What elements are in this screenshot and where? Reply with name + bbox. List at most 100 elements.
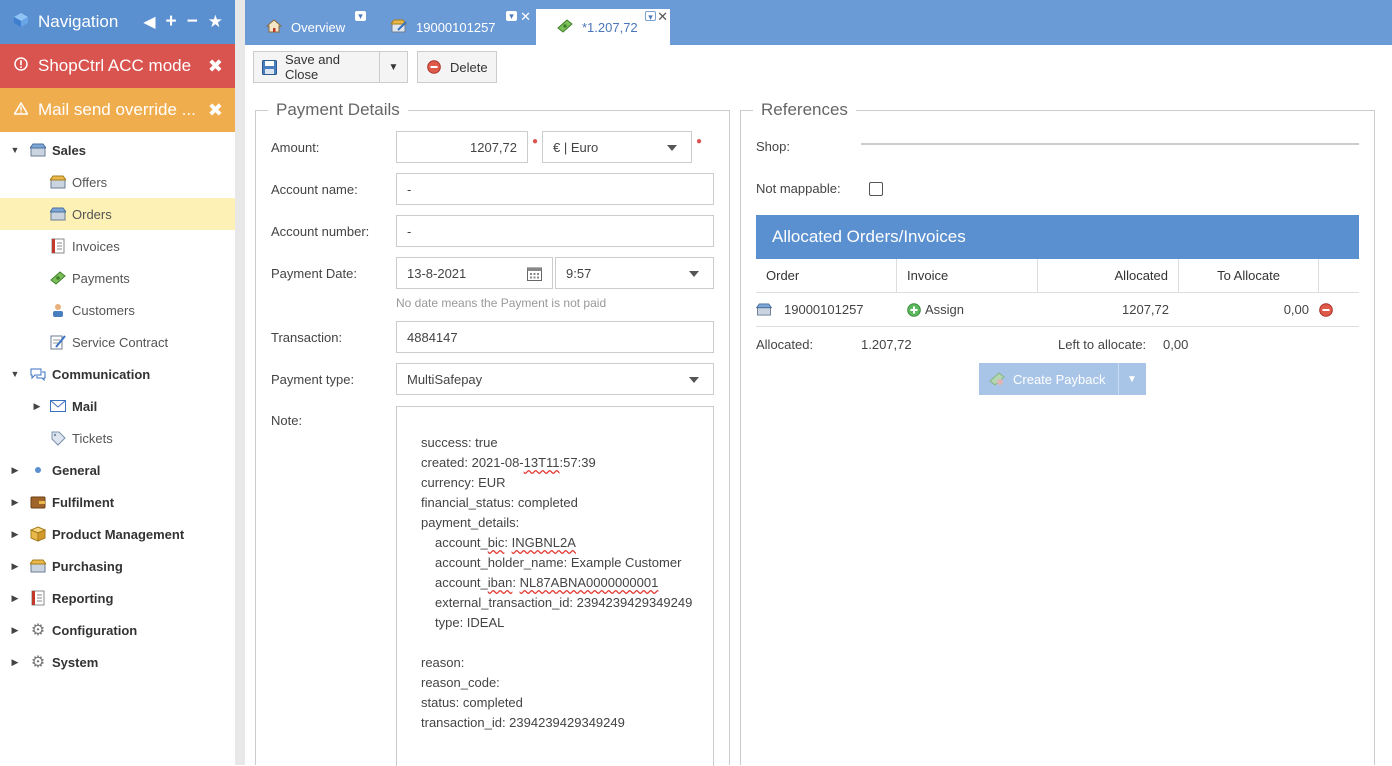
- collapse-left-icon[interactable]: ◀: [143, 12, 155, 32]
- collapsed-arrow-icon[interactable]: ▶: [10, 497, 20, 508]
- collapsed-arrow-icon[interactable]: ▶: [10, 657, 20, 668]
- nav-item-customers[interactable]: Customers: [0, 294, 235, 326]
- transaction-input[interactable]: 4884147: [396, 321, 714, 353]
- nav-item-label: Payments: [72, 270, 130, 286]
- chevron-down-icon[interactable]: [689, 271, 699, 277]
- customers-icon: [50, 302, 66, 318]
- acc-mode-banner: ShopCtrl ACC mode ✖: [0, 44, 235, 88]
- table-header: Order Invoice Allocated To Allocate: [756, 259, 1359, 293]
- tab-menu-icon[interactable]: ▾: [645, 11, 656, 22]
- close-mail-banner-icon[interactable]: ✖: [208, 100, 223, 121]
- expanded-arrow-icon[interactable]: ▼: [10, 369, 20, 379]
- account-name-row: Account name: -: [271, 173, 714, 205]
- nav-item-purchasing[interactable]: ▶ Purchasing: [0, 550, 235, 582]
- nav-item-tickets[interactable]: Tickets: [0, 422, 235, 454]
- column-header-to-allocate[interactable]: To Allocate: [1179, 259, 1319, 292]
- nav-item-reporting[interactable]: ▶ Reporting: [0, 582, 235, 614]
- save-and-close-button[interactable]: Save and Close: [254, 52, 379, 82]
- nav-item-communication[interactable]: ▼ Communication: [0, 358, 235, 390]
- column-header-order[interactable]: Order: [756, 259, 897, 292]
- payment-details-panel: Payment Details Amount: 1207,72 ● € | Eu…: [255, 100, 730, 766]
- tab-payment[interactable]: *1.207,72 ▾ ✕: [536, 9, 670, 45]
- allocated-summary-label: Allocated:: [756, 337, 814, 352]
- nav-item-orders[interactable]: Orders: [0, 198, 235, 230]
- add-icon[interactable]: +: [166, 11, 177, 33]
- collapsed-arrow-icon[interactable]: ▶: [10, 561, 20, 572]
- collapsed-arrow-icon[interactable]: ▶: [32, 401, 42, 412]
- transaction-label: Transaction:: [271, 329, 343, 345]
- collapsed-arrow-icon[interactable]: ▶: [10, 625, 20, 636]
- column-header-invoice[interactable]: Invoice: [897, 259, 1038, 292]
- nav-item-invoices[interactable]: Invoices: [0, 230, 235, 262]
- payment-time-select[interactable]: 9:57: [555, 257, 714, 289]
- chevron-down-icon[interactable]: ▼: [379, 52, 407, 82]
- account-name-input[interactable]: -: [396, 173, 714, 205]
- star-icon[interactable]: ★: [208, 12, 223, 32]
- tab-overview[interactable]: Overview ▾: [245, 9, 370, 45]
- allocation-table: Order Invoice Allocated To Allocate 1900…: [756, 259, 1359, 327]
- tab-menu-icon[interactable]: ▾: [506, 11, 517, 21]
- nav-item-sales[interactable]: ▼ Sales: [0, 134, 235, 166]
- note-line: transaction_id: 2394239429349249: [421, 715, 625, 730]
- payment-date-input[interactable]: 13-8-2021: [396, 257, 553, 289]
- chevron-down-icon[interactable]: [689, 377, 699, 383]
- delete-button[interactable]: Delete: [417, 51, 497, 83]
- allocated-summary-value: 1.207,72: [861, 337, 912, 352]
- expanded-arrow-icon[interactable]: ▼: [10, 145, 20, 155]
- amount-value: 1207,72: [470, 139, 517, 155]
- note-line: account_bic: INGBNL2A: [435, 535, 576, 550]
- add-circle-icon[interactable]: [907, 302, 921, 317]
- collapsed-arrow-icon[interactable]: ▶: [10, 593, 20, 604]
- nav-item-configuration[interactable]: ▶ ⚙ Configuration: [0, 614, 235, 646]
- nav-item-product-management[interactable]: ▶ Product Management: [0, 518, 235, 550]
- payment-details-legend: Payment Details: [268, 100, 408, 120]
- amount-input[interactable]: 1207,72: [396, 131, 528, 163]
- nav-item-offers[interactable]: Offers: [0, 166, 235, 198]
- sidebar-splitter[interactable]: [235, 0, 245, 765]
- nav-item-fulfilment[interactable]: ▶ Fulfilment: [0, 486, 235, 518]
- remove-icon[interactable]: [1319, 302, 1333, 317]
- table-row[interactable]: 19000101257 Assign 1207,72 0,00: [756, 293, 1359, 327]
- close-acc-banner-icon[interactable]: ✖: [208, 56, 223, 77]
- currency-select[interactable]: € | Euro: [542, 131, 692, 163]
- tab-order[interactable]: 19000101257 ▾ ✕: [370, 9, 536, 45]
- collapsed-arrow-icon[interactable]: ▶: [10, 465, 20, 476]
- note-line: reason:: [421, 655, 465, 670]
- collapsed-arrow-icon[interactable]: ▶: [10, 529, 20, 540]
- tab-label: Overview: [291, 19, 346, 35]
- order-cell[interactable]: 19000101257: [756, 293, 897, 326]
- order-edit-icon: [390, 19, 408, 36]
- create-payback-button[interactable]: Create Payback: [979, 363, 1118, 395]
- chevron-down-icon[interactable]: [667, 145, 677, 151]
- order-number[interactable]: 19000101257: [784, 302, 864, 317]
- nav-item-label: Sales: [52, 142, 86, 158]
- nav-item-label: Invoices: [72, 238, 120, 254]
- nav-item-label: General: [52, 462, 101, 478]
- not-mappable-checkbox[interactable]: [869, 181, 883, 196]
- gear-icon: ⚙: [30, 654, 46, 671]
- assign-link[interactable]: Assign: [925, 302, 964, 317]
- nav-item-mail[interactable]: ▶ Mail: [0, 390, 235, 422]
- nav-item-payments[interactable]: Payments: [0, 262, 235, 294]
- column-header-allocated[interactable]: Allocated: [1038, 259, 1179, 292]
- account-number-input[interactable]: -: [396, 215, 714, 247]
- chevron-down-icon[interactable]: ▼: [1117, 363, 1146, 395]
- warning-icon: [13, 100, 29, 120]
- nav-item-service-contract[interactable]: Service Contract: [0, 326, 235, 358]
- minus-icon[interactable]: −: [187, 11, 198, 33]
- shop-field[interactable]: [861, 143, 1359, 145]
- payment-type-select[interactable]: MultiSafepay: [396, 363, 714, 395]
- nav-item-label: Configuration: [52, 622, 138, 638]
- references-legend: References: [753, 100, 856, 120]
- calendar-icon[interactable]: [527, 266, 542, 284]
- transaction-row: Transaction: 4884147: [271, 321, 714, 353]
- nav-item-general[interactable]: ▶ General: [0, 454, 235, 486]
- tab-close-icon[interactable]: ✕: [520, 9, 531, 25]
- tab-menu-icon[interactable]: ▾: [355, 11, 366, 21]
- report-icon: [30, 590, 46, 606]
- note-textarea[interactable]: success: true created: 2021-08-13T11:57:…: [396, 406, 714, 766]
- nav-item-system[interactable]: ▶ ⚙ System: [0, 646, 235, 678]
- navigation-logo-icon: [14, 12, 28, 32]
- chat-icon: [30, 366, 46, 382]
- tab-close-icon[interactable]: ✕: [657, 9, 668, 25]
